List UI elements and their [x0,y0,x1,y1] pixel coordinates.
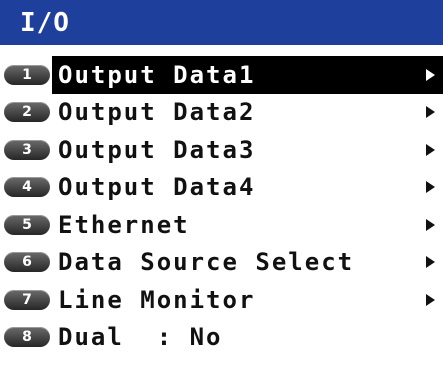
menu-item-label: Output Data2 [58,98,256,127]
menu-item-label: Output Data3 [58,135,256,164]
menu-item-data-source-select[interactable]: 6 Data Source Select [0,244,443,282]
title-bar: I/O [0,0,443,45]
submenu-arrow-icon [426,68,435,81]
menu-item-label: Dual : No [58,323,223,352]
io-menu-screen: I/O 1 Output Data1 2 Output Data2 3 Outp… [0,0,443,387]
menu-item-ethernet[interactable]: 5 Ethernet [0,206,443,244]
submenu-arrow-icon [426,293,435,306]
number-key-2-icon: 2 [4,102,50,123]
page-title: I/O [20,7,70,38]
menu-item-label: Ethernet [58,210,190,239]
submenu-arrow-icon [426,143,435,156]
submenu-arrow-icon [426,218,435,231]
menu-item-label: Output Data1 [58,60,256,89]
submenu-arrow-icon [426,106,435,119]
menu-item-label: Output Data4 [58,173,256,202]
menu-item-dual[interactable]: 8 Dual : No [0,319,443,357]
submenu-arrow-icon [426,181,435,194]
number-key-5-icon: 5 [4,214,50,235]
number-key-6-icon: 6 [4,252,50,273]
number-key-7-icon: 7 [4,289,50,310]
io-menu: 1 Output Data1 2 Output Data2 3 Output D… [0,56,443,356]
number-key-4-icon: 4 [4,177,50,198]
number-key-1-icon: 1 [4,64,50,85]
menu-item-label: Line Monitor [58,285,256,314]
menu-item-line-monitor[interactable]: 7 Line Monitor [0,281,443,319]
number-key-8-icon: 8 [4,327,50,348]
menu-item-output-data1[interactable]: 1 Output Data1 [4,56,443,94]
menu-item-output-data3[interactable]: 3 Output Data3 [0,131,443,169]
menu-item-label: Data Source Select [58,248,355,277]
menu-item-output-data4[interactable]: 4 Output Data4 [0,169,443,207]
menu-item-output-data2[interactable]: 2 Output Data2 [0,94,443,132]
number-key-3-icon: 3 [4,139,50,160]
submenu-arrow-icon [426,256,435,269]
